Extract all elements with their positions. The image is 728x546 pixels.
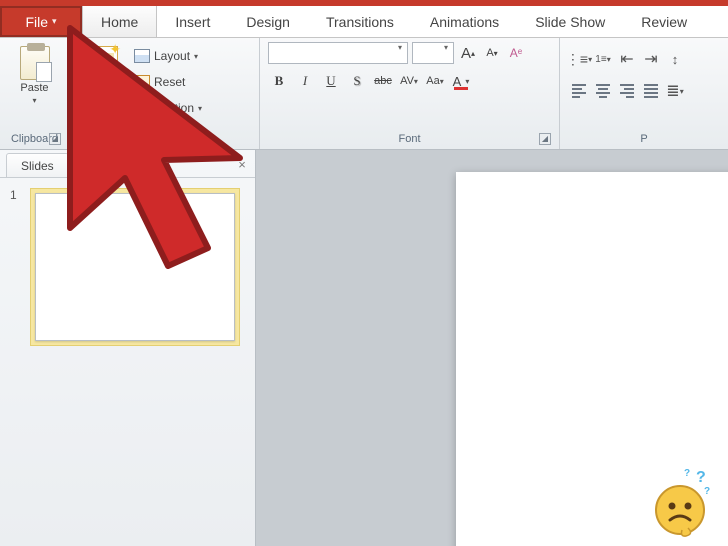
layout-icon [134,48,150,64]
align-justify-button[interactable] [640,80,662,102]
line-spacing-button[interactable] [664,48,686,70]
side-tab-slides[interactable]: Slides [6,153,69,177]
shrink-font-button[interactable]: A▾ [482,42,502,64]
align-right-button[interactable] [616,80,638,102]
tab-insert[interactable]: Insert [157,6,228,37]
new-slide-button[interactable]: NewSlide ▾ [78,42,128,131]
align-left-button[interactable] [568,80,590,102]
columns-button[interactable]: ≣▾ [664,80,686,102]
reset-button[interactable]: Reset [134,70,202,94]
slides-panel: Slides Outline × 1 [0,150,256,546]
chevron-down-icon: ▾ [32,96,36,105]
group-font: ▾ ▾ A▴ A▾ Aᵉ B I U S abc AV▾ Aa▾ A▾ Font… [260,38,560,149]
new-slide-label: NewSlide ▾ [87,82,119,107]
italic-button[interactable]: I [294,70,316,92]
font-name-select[interactable]: ▾ [268,42,408,64]
font-size-select[interactable]: ▾ [412,42,454,64]
paste-icon [20,46,50,80]
side-tab-outline[interactable]: Outline [69,154,131,177]
slide-canvas-area[interactable] [256,150,728,546]
section-icon [134,100,150,116]
clear-formatting-button[interactable]: Aᵉ [506,42,526,64]
group-slides-label: Slides [150,133,180,145]
ribbon: Paste ▾ Clipboard◢ NewSlide ▾ Layout ▾ R… [0,38,728,150]
tab-animations[interactable]: Animations [412,6,517,37]
clipboard-dialog-launcher[interactable]: ◢ [49,133,61,145]
grow-font-button[interactable]: A▴ [458,42,478,64]
layout-button[interactable]: Layout ▾ [134,44,202,68]
slide-canvas[interactable] [456,172,728,546]
char-spacing-button[interactable]: AV▾ [398,70,420,92]
group-slides: NewSlide ▾ Layout ▾ Reset Section ▾ Slid… [70,38,260,149]
tab-design[interactable]: Design [228,6,308,37]
reset-label: Reset [154,75,185,89]
strikethrough-button[interactable]: abc [372,70,394,92]
new-slide-icon [88,46,118,80]
section-button[interactable]: Section ▾ [134,96,202,120]
slide-thumbnail-1[interactable]: 1 [10,188,245,346]
increase-indent-button[interactable]: ⇥ [640,48,662,70]
underline-button[interactable]: U [320,70,342,92]
font-dialog-launcher[interactable]: ◢ [539,133,551,145]
numbering-button[interactable]: 1≡▾ [592,48,614,70]
group-paragraph: ⋮≡▾ 1≡▾ ⇤ ⇥ ≣▾ P [560,38,728,149]
section-label: Section [154,101,194,115]
ribbon-tabs: File Home Insert Design Transitions Anim… [0,6,728,38]
slide-thumbnail-image [35,193,235,341]
slide-thumbnail-number: 1 [10,188,22,346]
workspace: Slides Outline × 1 [0,150,728,546]
tab-transitions[interactable]: Transitions [308,6,412,37]
group-font-label: Font [398,133,420,145]
group-clipboard: Paste ▾ Clipboard◢ [0,38,70,149]
change-case-button[interactable]: Aa▾ [424,70,446,92]
font-color-button[interactable]: A▾ [450,70,472,92]
tab-home[interactable]: Home [82,6,157,37]
layout-label: Layout [154,49,190,63]
shadow-button[interactable]: S [346,70,368,92]
align-center-button[interactable] [592,80,614,102]
paste-label: Paste [20,82,48,94]
side-panel-close[interactable]: × [229,152,255,177]
reset-icon [134,74,150,90]
tab-file[interactable]: File [0,6,82,37]
tab-review[interactable]: Review [623,6,705,37]
bullets-button[interactable]: ⋮≡▾ [568,48,590,70]
decrease-indent-button[interactable]: ⇤ [616,48,638,70]
tab-slideshow[interactable]: Slide Show [517,6,623,37]
bold-button[interactable]: B [268,70,290,92]
paste-button[interactable]: Paste ▾ [13,42,57,131]
group-paragraph-label: P [640,133,647,145]
